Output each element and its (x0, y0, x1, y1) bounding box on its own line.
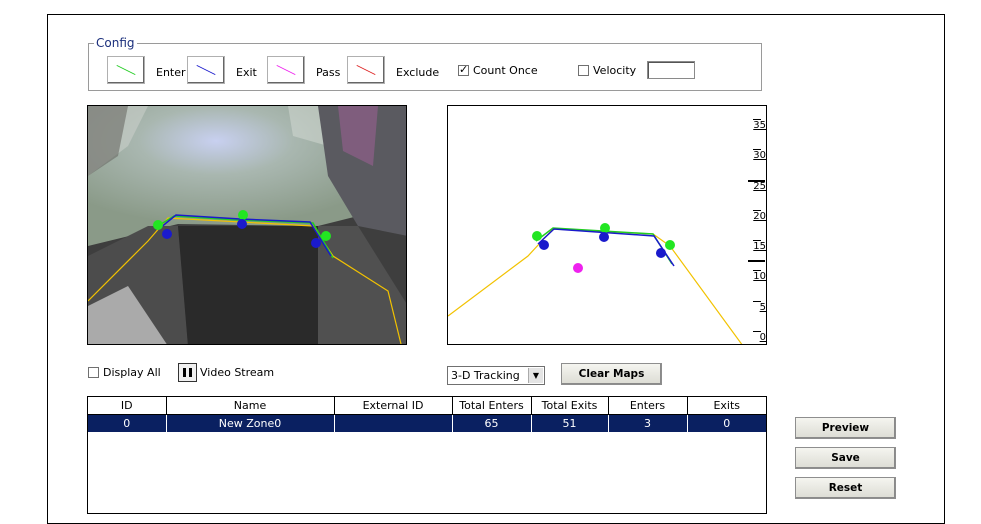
exit-label: Exit (236, 66, 257, 79)
velocity-label: Velocity (593, 64, 637, 77)
blue-line-icon (196, 64, 216, 76)
velocity-input[interactable] (647, 61, 695, 79)
table-header-row: ID Name External ID Total Enters Total Exits… (88, 397, 766, 415)
display-all-label: Display All (103, 366, 161, 379)
config-title: Config (94, 36, 137, 50)
table-cell (334, 414, 453, 432)
reset-button[interactable]: Reset (795, 477, 896, 499)
scale-label: 15 (753, 241, 766, 253)
pause-icon (183, 368, 186, 377)
tracking-map-canvas (448, 180, 765, 344)
exclude-label: Exclude (396, 66, 440, 79)
video-stream-pause-button[interactable] (178, 363, 197, 382)
count-once-label: Count Once (473, 64, 538, 77)
count-once-checkbox[interactable] (458, 63, 469, 76)
table-cell: 65 (452, 414, 532, 432)
scale-label: 0 (759, 332, 766, 343)
table-row[interactable]: 0 New Zone0 65 51 3 0 (88, 414, 766, 432)
camera-video-view[interactable] (87, 105, 407, 345)
exclude-line-swatch-button[interactable] (347, 56, 385, 84)
table-body: 0 New Zone0 65 51 3 0 (88, 414, 766, 432)
scale-label: 35 (753, 120, 766, 131)
save-button[interactable]: Save (795, 447, 896, 469)
table-cell: 51 (531, 414, 609, 432)
camera-frame-image (88, 106, 406, 344)
table-cell: 0 (687, 414, 766, 432)
enter-label: Enter (156, 66, 186, 79)
column-header[interactable]: Total Exits (531, 397, 609, 415)
video-stream-label: Video Stream (200, 366, 275, 379)
exit-line-swatch-button[interactable] (187, 56, 225, 84)
pass-label: Pass (316, 66, 341, 79)
preview-button[interactable]: Preview (795, 417, 896, 439)
column-header[interactable]: Total Enters (452, 397, 532, 415)
chevron-down-icon[interactable]: ▼ (528, 368, 543, 383)
table-cell: New Zone0 (166, 414, 335, 432)
column-header[interactable]: ID (88, 397, 167, 415)
column-header[interactable]: External ID (334, 397, 453, 415)
display-all-checkbox[interactable] (88, 367, 99, 378)
scale-label: 20 (753, 210, 766, 222)
enter-line-swatch-button[interactable] (107, 56, 145, 84)
column-header[interactable]: Name (166, 397, 335, 415)
scale-label: 30 (753, 150, 766, 162)
red-line-icon (356, 64, 376, 76)
scale-label: 25 (753, 180, 766, 192)
velocity-checkbox[interactable] (578, 65, 589, 76)
pass-line-swatch-button[interactable] (267, 56, 305, 84)
table-cell: 0 (88, 414, 167, 432)
scale-label: 5 (759, 301, 766, 313)
table-cell: 3 (608, 414, 688, 432)
column-header[interactable]: Exits (687, 397, 766, 415)
magenta-line-icon (276, 64, 296, 76)
zones-table[interactable]: ID Name External ID Total Enters Total Exits… (87, 396, 767, 514)
column-header[interactable]: Enters (608, 397, 688, 415)
scale-label: 10 (753, 271, 766, 283)
tracking-mode-select[interactable]: 3-D Tracking ▼ (447, 366, 545, 385)
pass-point (573, 263, 583, 273)
tracking-mode-value: 3-D Tracking (451, 369, 520, 382)
clear-maps-button[interactable]: Clear Maps (561, 363, 662, 385)
green-line-icon (116, 64, 136, 76)
tracking-map-view[interactable]: 35 30 25 20 15 10 5 0 (447, 105, 767, 345)
